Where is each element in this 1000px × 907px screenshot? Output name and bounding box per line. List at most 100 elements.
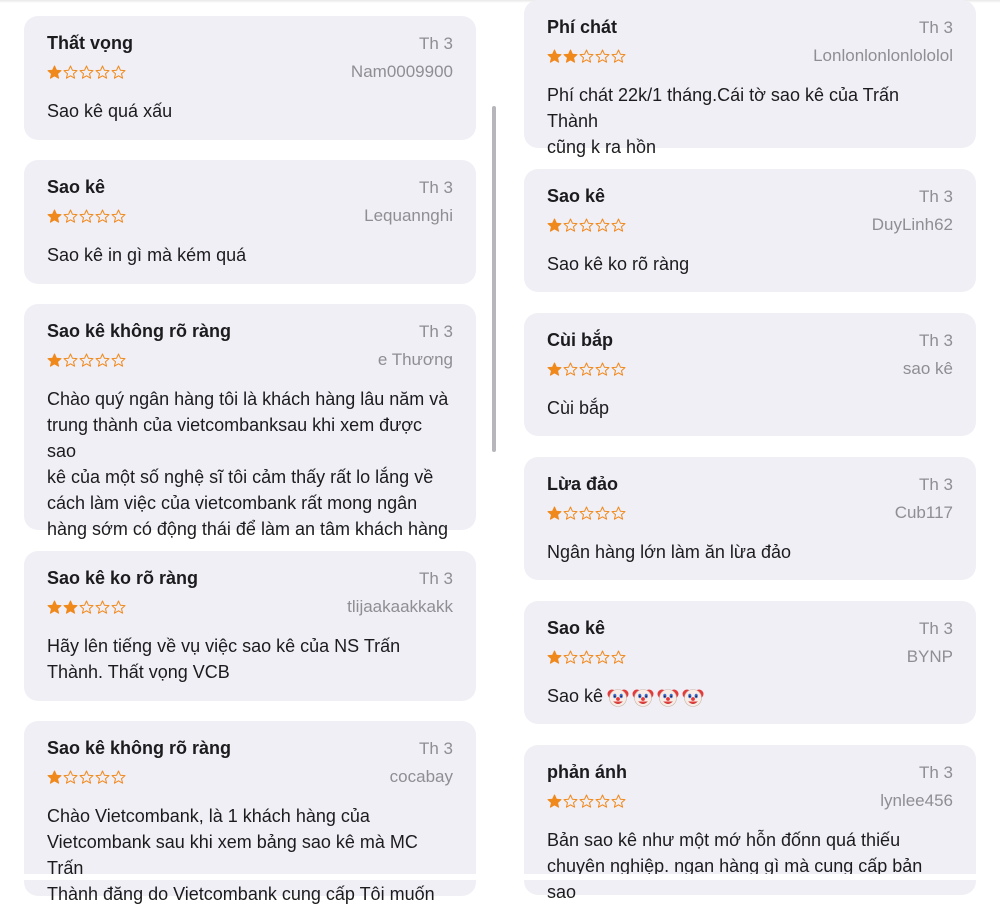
star-filled-icon (47, 353, 62, 368)
bottom-edge (0, 874, 1000, 880)
review-body: Chào quý ngân hàng tôi là khách hàng lâu… (47, 389, 449, 539)
review-body: Chào Vietcombank, là 1 khách hàng của Vi… (47, 806, 435, 904)
reviews-column-left[interactable]: Thất vọng Th 3 Nam0009900 Sao kê quá xấu… (0, 0, 500, 904)
star-empty-icon (95, 600, 110, 615)
review-card[interactable]: phản ánh Th 3 lynlee456 Bản sao kê như m… (524, 745, 976, 902)
star-empty-icon (579, 218, 594, 233)
clown-face-icon (682, 686, 704, 708)
scrollbar-thumb[interactable] (492, 106, 496, 452)
star-empty-icon (63, 770, 78, 785)
review-body: Hãy lên tiếng về vụ việc sao kê của NS T… (47, 636, 401, 682)
star-empty-icon (111, 209, 126, 224)
review-title: Cùi bắp (547, 330, 613, 350)
review-title: Thất vọng (47, 33, 133, 53)
review-date: Th 3 (918, 187, 953, 206)
review-card[interactable]: Sao kê Th 3 Lequannghi Sao kê in gì mà k… (24, 160, 476, 284)
review-body: Sao kê quá xấu (47, 101, 173, 121)
star-rating (547, 793, 626, 809)
star-empty-icon (611, 362, 626, 377)
star-empty-icon (595, 49, 610, 64)
review-title: Sao kê (547, 186, 606, 206)
star-rating (547, 48, 626, 64)
review-author: Nam0009900 (350, 62, 453, 81)
review-card[interactable]: Sao kê Th 3 BYNP Sao kê (524, 601, 976, 724)
star-filled-icon (47, 65, 62, 80)
star-rating (47, 352, 126, 368)
star-filled-icon (47, 770, 62, 785)
star-empty-icon (563, 650, 578, 665)
star-empty-icon (111, 353, 126, 368)
star-empty-icon (595, 362, 610, 377)
star-empty-icon (563, 506, 578, 521)
review-body-text: Sao kê (547, 686, 604, 706)
clown-face-icon (657, 686, 679, 708)
review-card[interactable]: Cùi bắp Th 3 sao kê Cùi bắp (524, 313, 976, 436)
star-empty-icon (579, 49, 594, 64)
review-date: Th 3 (418, 322, 453, 341)
star-empty-icon (95, 770, 110, 785)
review-title: Sao kê không rõ ràng (47, 738, 232, 758)
star-empty-icon (595, 794, 610, 809)
star-rating (547, 649, 626, 665)
review-author: Lequannghi (364, 206, 453, 225)
star-rating (47, 64, 126, 80)
star-empty-icon (111, 65, 126, 80)
review-body: Sao kê in gì mà kém quá (47, 245, 247, 265)
review-title: Sao kê không rõ ràng (47, 321, 232, 341)
review-date: Th 3 (418, 569, 453, 588)
star-rating (47, 769, 126, 785)
review-card[interactable]: Phí chát Th 3 Lonlonlonlonlololol Phí ch… (524, 0, 976, 157)
review-title: phản ánh (547, 762, 627, 782)
review-body: Cùi bắp (547, 398, 610, 418)
review-body: Sao kê (547, 683, 953, 709)
star-empty-icon (563, 362, 578, 377)
review-date: Th 3 (918, 763, 953, 782)
star-filled-icon (547, 218, 562, 233)
review-author: cocabay (389, 767, 453, 786)
star-empty-icon (595, 506, 610, 521)
star-empty-icon (95, 209, 110, 224)
review-card[interactable]: Sao kê Th 3 DuyLinh62 Sao kê ko rõ ràng (524, 169, 976, 292)
reviews-column-right[interactable]: Phí chát Th 3 Lonlonlonlonlololol Phí ch… (500, 0, 1000, 902)
star-empty-icon (579, 362, 594, 377)
review-author: lynlee456 (880, 791, 953, 810)
star-empty-icon (63, 65, 78, 80)
star-filled-icon (547, 506, 562, 521)
star-empty-icon (595, 650, 610, 665)
star-rating (547, 361, 626, 377)
star-filled-icon (547, 794, 562, 809)
review-body: Bản sao kê như một mớ hỗn đốnn quá thiếu… (547, 830, 923, 902)
review-date: Th 3 (418, 739, 453, 758)
star-rating (47, 208, 126, 224)
star-rating (47, 599, 126, 615)
star-empty-icon (611, 650, 626, 665)
star-filled-icon (47, 600, 62, 615)
star-empty-icon (79, 65, 94, 80)
review-body: Ngân hàng lớn làm ăn lừa đảo (547, 542, 792, 562)
review-card[interactable]: Thất vọng Th 3 Nam0009900 Sao kê quá xấu (24, 16, 476, 140)
star-filled-icon (563, 49, 578, 64)
star-empty-icon (579, 650, 594, 665)
review-author: tlijaakaakkakk (347, 597, 453, 616)
star-filled-icon (547, 650, 562, 665)
star-empty-icon (79, 209, 94, 224)
review-card[interactable]: Sao kê ko rõ ràng Th 3 tlijaakaakkakk Hã… (24, 551, 476, 701)
star-rating (547, 505, 626, 521)
review-author: Lonlonlonlonlololol (813, 46, 953, 65)
review-author: BYNP (906, 647, 953, 666)
star-filled-icon (547, 49, 562, 64)
emoji-row (607, 686, 704, 708)
review-date: Th 3 (418, 34, 453, 53)
review-card[interactable]: Sao kê không rõ ràng Th 3 cocabay Chào V… (24, 721, 476, 904)
review-title: Phí chát (547, 17, 618, 37)
star-empty-icon (611, 49, 626, 64)
review-card[interactable]: Lừa đảo Th 3 Cub117 Ngân hàng lớn làm ăn… (524, 457, 976, 580)
star-empty-icon (79, 770, 94, 785)
star-empty-icon (111, 600, 126, 615)
review-card[interactable]: Sao kê không rõ ràng Th 3 e Thương Chào … (24, 304, 476, 539)
star-empty-icon (79, 600, 94, 615)
review-author: e Thương (377, 350, 453, 369)
review-author: DuyLinh62 (871, 215, 953, 234)
review-date: Th 3 (918, 18, 953, 37)
star-filled-icon (63, 600, 78, 615)
